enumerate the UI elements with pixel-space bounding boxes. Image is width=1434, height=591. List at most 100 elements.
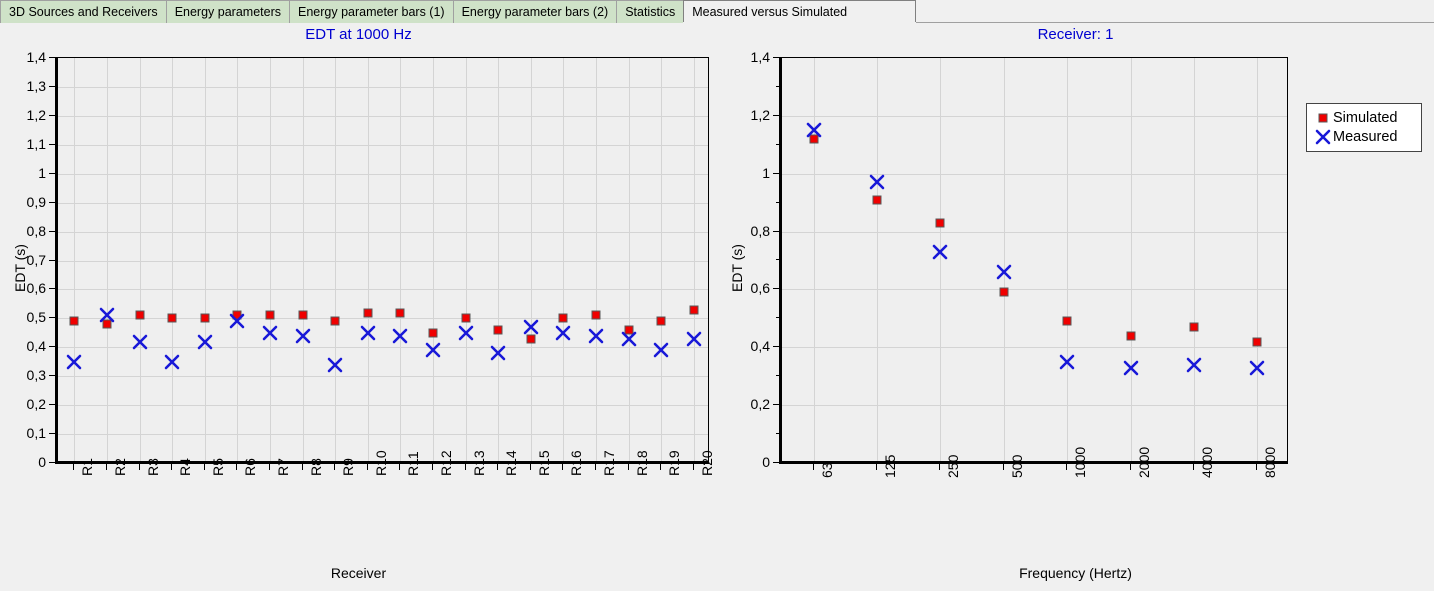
legend-label: Measured — [1333, 128, 1398, 145]
tab-label: Statistics — [625, 5, 676, 19]
x-axis-tick — [628, 464, 629, 470]
y-axis-tick-label: 1,4 — [26, 49, 46, 65]
y-axis-tick-label: 0,9 — [26, 193, 46, 210]
y-axis-tick-label: 0,2 — [26, 396, 46, 413]
x-axis-tick — [399, 464, 400, 470]
horizontal-gridline — [58, 405, 708, 406]
legend-symbol — [1313, 109, 1333, 127]
y-axis-tick — [49, 288, 55, 289]
legend-entry: Simulated — [1313, 108, 1415, 127]
vertical-gridline — [1067, 58, 1068, 461]
horizontal-gridline — [58, 87, 708, 88]
x-axis-tick-label: 8000 — [1262, 446, 1279, 478]
x-axis-tick-label: R17 — [600, 450, 617, 476]
x-axis-tick — [139, 464, 140, 470]
x-axis-tick — [236, 464, 237, 470]
y-axis-tick-label: 1,3 — [26, 77, 46, 94]
y-axis-tick-label: 0 — [38, 454, 46, 470]
horizontal-gridline — [58, 347, 708, 348]
y-axis-tick-label: 0,3 — [26, 367, 46, 384]
x-axis-tick — [660, 464, 661, 470]
y-axis-tick — [49, 404, 55, 405]
vertical-gridline — [694, 58, 695, 461]
tab-energy-parameter-bars-1[interactable]: Energy parameter bars (1) — [289, 0, 454, 23]
y-axis-tick — [49, 231, 55, 232]
x-axis-tick-label: R7 — [274, 458, 291, 476]
y-axis-tick-label: 1 — [38, 164, 46, 181]
x-axis-tick-label: 1000 — [1072, 446, 1089, 478]
y-axis-tick — [773, 57, 779, 58]
y-axis-minor-tick — [776, 375, 779, 376]
y-axis-tick — [49, 346, 55, 347]
vertical-gridline — [400, 58, 401, 461]
y-axis-tick — [773, 346, 779, 347]
chart-legend: Simulated Measured — [1306, 103, 1422, 152]
vertical-gridline — [814, 58, 815, 461]
y-axis-tick — [49, 86, 55, 87]
vertical-gridline — [596, 58, 597, 461]
y-axis-minor-tick — [776, 259, 779, 260]
tab-label: Energy parameters — [174, 5, 281, 19]
vertical-gridline — [335, 58, 336, 461]
y-axis-tick-label: 1,2 — [750, 106, 770, 123]
x-axis-tick — [813, 464, 814, 470]
x-axis-title: Receiver — [330, 565, 387, 581]
horizontal-gridline — [58, 203, 708, 204]
x-axis-tick — [465, 464, 466, 470]
x-axis-tick-label: R5 — [209, 458, 226, 476]
horizontal-gridline — [58, 116, 708, 117]
plot-area-right — [781, 57, 1288, 462]
x-axis-tick-label: 4000 — [1198, 446, 1215, 478]
vertical-gridline — [74, 58, 75, 461]
y-axis-line — [55, 57, 57, 462]
tab-measured-versus-simulated[interactable]: Measured versus Simulated — [683, 0, 917, 23]
x-axis-tick — [939, 464, 940, 470]
y-axis-tick-label: 0 — [762, 454, 770, 470]
y-axis-minor-tick — [776, 317, 779, 318]
x-axis-tick-label: R9 — [340, 458, 357, 476]
vertical-gridline — [661, 58, 662, 461]
y-axis-tick — [49, 115, 55, 116]
vertical-gridline — [205, 58, 206, 461]
x-axis-tick — [497, 464, 498, 470]
tab-3d-sources-and-receivers[interactable]: 3D Sources and Receivers — [0, 0, 167, 23]
y-axis-tick — [49, 202, 55, 203]
y-axis-tick-label: 0,6 — [750, 280, 770, 297]
x-axis-tick — [302, 464, 303, 470]
y-axis-tick-label: 1 — [762, 164, 770, 181]
horizontal-gridline — [782, 289, 1287, 290]
horizontal-gridline — [58, 289, 708, 290]
horizontal-gridline — [58, 174, 708, 175]
horizontal-gridline — [58, 434, 708, 435]
x-axis-tick-label: R8 — [307, 458, 324, 476]
y-axis-minor-tick — [776, 433, 779, 434]
x-axis-tick — [106, 464, 107, 470]
y-axis-tick — [773, 173, 779, 174]
y-axis-tick — [49, 317, 55, 318]
vertical-gridline — [940, 58, 941, 461]
tab-energy-parameters[interactable]: Energy parameters — [165, 0, 290, 23]
y-axis-title: EDT (s) — [729, 243, 745, 292]
vertical-gridline — [140, 58, 141, 461]
vertical-gridline — [303, 58, 304, 461]
legend-entry: Measured — [1313, 127, 1415, 146]
chart-panel-edt-per-receiver: EDT at 1000 Hz 0 0,1 0,2 0,3 0,4 0,5 0,6 0,7 0,8… — [0, 24, 717, 591]
tab-statistics[interactable]: Statistics — [616, 0, 685, 23]
x-axis-tick — [204, 464, 205, 470]
horizontal-gridline — [58, 376, 708, 377]
vertical-gridline — [531, 58, 532, 461]
vertical-gridline — [498, 58, 499, 461]
y-axis-tick — [49, 462, 55, 463]
vertical-gridline — [466, 58, 467, 461]
vertical-gridline — [270, 58, 271, 461]
legend-label: Simulated — [1333, 109, 1398, 126]
x-axis-tick-label: 63 — [818, 462, 835, 478]
x-axis-tick-label: 250 — [945, 454, 962, 478]
x-axis-tick-label: R4 — [177, 458, 194, 476]
x-axis-tick — [432, 464, 433, 470]
tab-strip: 3D Sources and Receivers Energy parameter… — [0, 0, 917, 23]
horizontal-gridline — [58, 232, 708, 233]
tab-energy-parameter-bars-2[interactable]: Energy parameter bars (2) — [452, 0, 618, 23]
x-axis-tick-label: R2 — [111, 458, 128, 476]
chart-title-right: Receiver: 1 — [1037, 26, 1114, 43]
